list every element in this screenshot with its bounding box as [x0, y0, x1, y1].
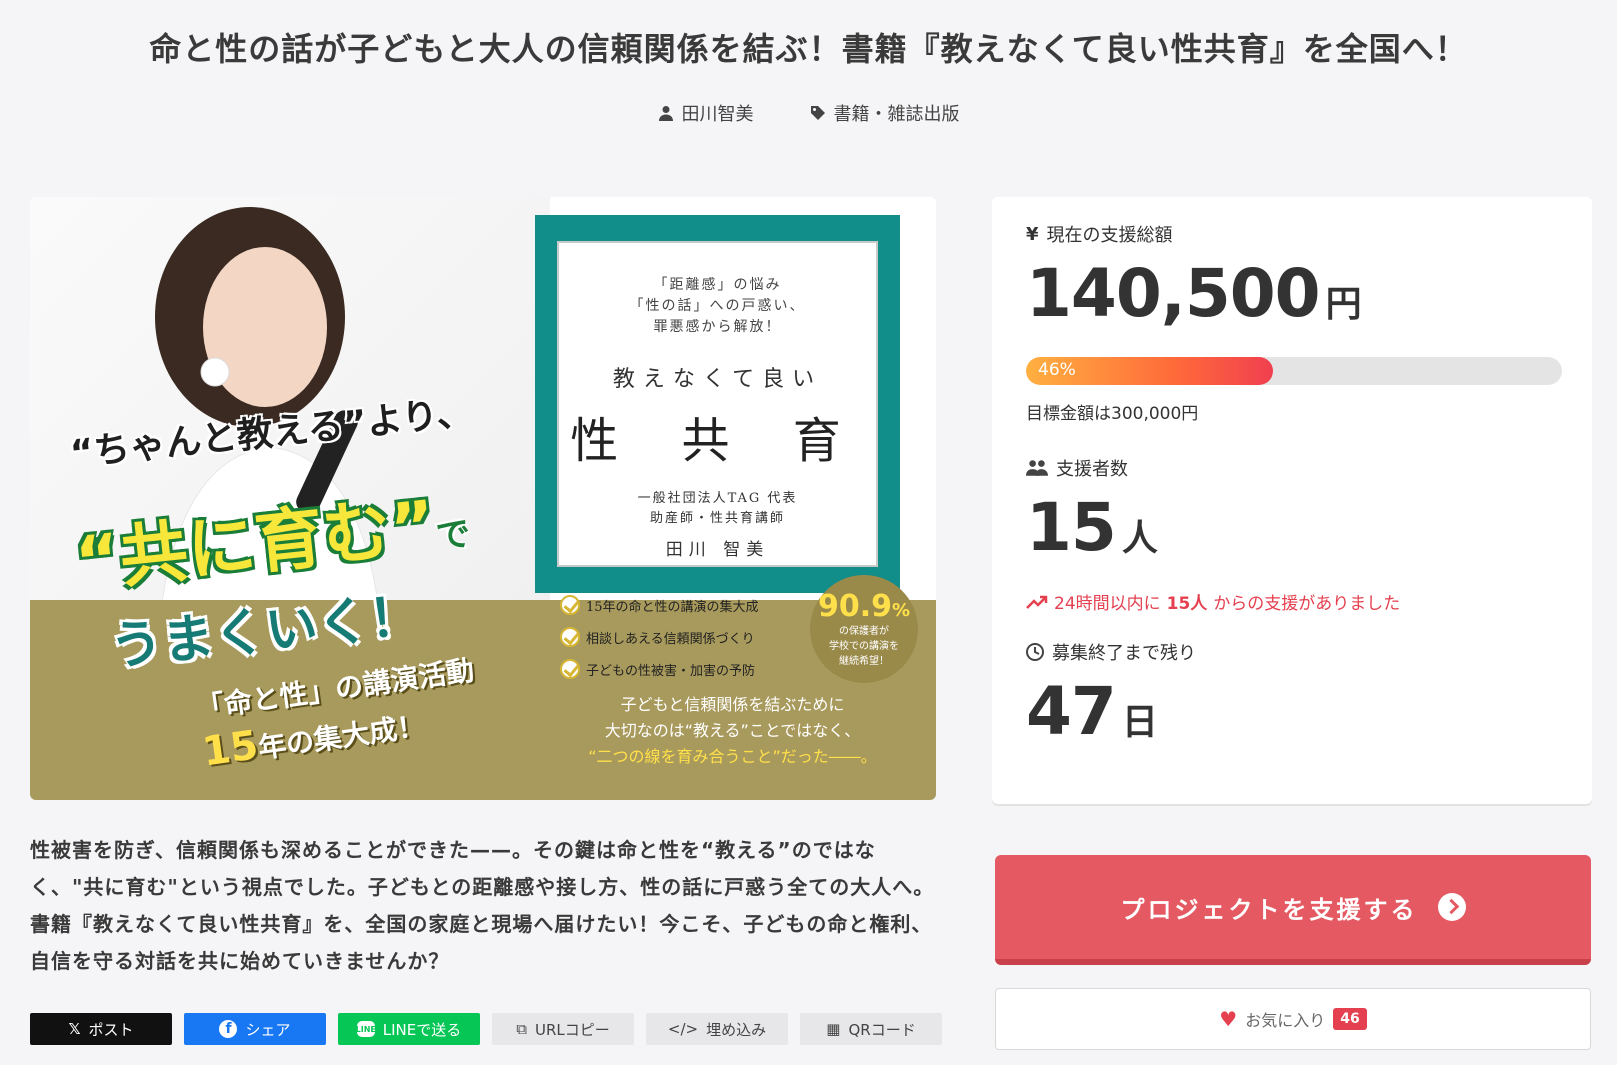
recent-prefix: 24時間以内に: [1054, 594, 1161, 614]
check-icon: [560, 627, 580, 647]
favorite-label: お気に入り: [1245, 1011, 1326, 1030]
check-item: 15年の命と性の講演の集大成: [560, 589, 800, 621]
category-link[interactable]: 書籍・雑誌出版: [810, 100, 960, 126]
share-x-button[interactable]: 𝕏 ポスト: [30, 1013, 172, 1045]
supporters-label: 支援者数: [1056, 459, 1128, 480]
share-line-button[interactable]: LINE LINEで送る: [338, 1013, 480, 1045]
users-icon: [1026, 460, 1048, 476]
facebook-icon: f: [219, 1020, 238, 1038]
book-cover: 「距離感」の悩み 「性の話」への戸惑い、 罪悪感から解放！ 教えなくて良い 性 …: [535, 215, 900, 593]
check-item: 子どもの性被害・加害の予防: [560, 653, 800, 685]
trending-up-icon: [1026, 595, 1048, 609]
olive-line: 大切なのは“教える”ことではなく、: [604, 721, 861, 740]
support-button-label: プロジェクトを支援する: [1120, 895, 1418, 924]
badge-unit: %: [891, 600, 911, 621]
badge-percent: 90.9%: [810, 589, 918, 624]
book-subtitle: 「距離感」の悩み 「性の話」への戸惑い、 罪悪感から解放！: [559, 275, 876, 338]
remaining-label: 募集終了まで残り: [1052, 643, 1196, 664]
olive-line: 子どもと信頼関係を結ぶために: [620, 695, 845, 714]
share-x-label: ポスト: [88, 1020, 134, 1039]
badge-caption: 学校での講演を: [829, 641, 899, 652]
qr-code-label: QRコード: [848, 1020, 916, 1039]
embed-label: 埋め込み: [706, 1020, 767, 1039]
favorite-button[interactable]: ♥ お気に入り 46: [995, 988, 1591, 1050]
user-icon: [658, 106, 673, 121]
check-text: 子どもの性被害・加害の予防: [586, 663, 756, 679]
favorite-count: 46: [1333, 1008, 1367, 1030]
tagline-2-suffix: で: [434, 513, 473, 558]
check-icon: [560, 659, 580, 679]
qr-code-button[interactable]: ▦ QRコード: [800, 1013, 942, 1045]
tag-icon: [810, 106, 825, 120]
remaining-label-row: 募集終了まで残り: [1026, 639, 1196, 665]
project-title: 命と性の話が子どもと大人の信頼関係を結ぶ！書籍『教えなくて良い性共育』を全国へ！: [149, 30, 1468, 68]
progress-label: 46%: [1038, 360, 1076, 380]
yen-icon: ¥: [1026, 223, 1039, 245]
share-facebook-button[interactable]: f シェア: [184, 1013, 326, 1045]
amount-label: 現在の支援総額: [1046, 225, 1173, 246]
check-item: 相談しあえる信頼関係づくり: [560, 621, 800, 653]
supporters-value: 15: [1026, 489, 1117, 566]
share-facebook-label: シェア: [245, 1020, 291, 1039]
feature-checklist: 15年の命と性の講演の集大成 相談しあえる信頼関係づくり 子どもの性被害・加害の…: [560, 589, 800, 685]
book-title-top: 教えなくて良い: [612, 367, 823, 392]
badge-caption: 継続希望！: [839, 656, 889, 667]
supporters-unit: 人: [1121, 518, 1158, 559]
badge-caption: の保護者が: [839, 626, 889, 637]
check-text: 15年の命と性の講演の集大成: [586, 599, 759, 615]
copy-icon: ⧉: [516, 1020, 527, 1038]
support-project-button[interactable]: プロジェクトを支援する: [995, 855, 1591, 965]
funding-stats-card: ¥ 現在の支援総額 140,500 円 46% 目標金額は300,000円 支援者…: [992, 197, 1592, 804]
progress-bar: 46%: [1026, 357, 1562, 385]
olive-line: “二つの線を育み合うこと”だった――。: [588, 747, 877, 766]
share-buttons: 𝕏 ポスト f シェア LINE LINEで送る ⧉ URLコピー </> 埋め込み ▦ Q…: [30, 1013, 942, 1045]
book-author-line: 助産師・性共育講師: [649, 511, 785, 526]
category-name: 書籍・雑誌出版: [833, 104, 960, 125]
book-title-main: 性 共 育: [570, 413, 865, 469]
copy-url-button[interactable]: ⧉ URLコピー: [492, 1013, 634, 1045]
heart-icon: ♥: [1219, 1007, 1238, 1031]
remaining-value: 47: [1026, 673, 1117, 750]
supporters-value-row: 15 人: [1026, 489, 1158, 566]
olive-message: 子どもと信頼関係を結ぶために 大切なのは“教える”ことではなく、 “二つの線を育…: [555, 692, 910, 770]
recent-count: 15人: [1166, 594, 1208, 614]
x-logo-icon: 𝕏: [68, 1020, 81, 1038]
copy-url-label: URLコピー: [534, 1020, 610, 1039]
project-meta: 田川智美 書籍・雑誌出版: [0, 100, 1617, 126]
embed-button[interactable]: </> 埋め込み: [646, 1013, 788, 1045]
book-author-name: 田川 智美: [665, 540, 770, 560]
share-line-label: LINEで送る: [382, 1020, 462, 1039]
remaining-unit: 日: [1121, 702, 1158, 743]
book-subtitle-line: 罪悪感から解放！: [653, 319, 782, 335]
qr-icon: ▦: [826, 1020, 841, 1038]
book-author-credit: 一般社団法人TAG 代表 助産師・性共育講師: [559, 489, 876, 529]
amount-label-row: ¥ 現在の支援総額: [1026, 221, 1173, 247]
satisfaction-badge: 90.9% の保護者が 学校での講演を 継続希望！: [810, 575, 918, 683]
tagline-4-number: 15: [199, 722, 262, 776]
remaining-value-row: 47 日: [1026, 673, 1158, 750]
book-subtitle-line: 「距離感」の悩み: [653, 277, 782, 293]
author-link[interactable]: 田川智美: [658, 100, 754, 126]
project-summary: 性被害を防ぎ、信頼関係も深めることができた——。その鍵は命と性を“教える”のでは…: [30, 838, 935, 973]
book-cover-inner: 「距離感」の悩み 「性の話」への戸惑い、 罪悪感から解放！ 教えなくて良い 性 …: [557, 241, 878, 567]
badge-value: 90.9: [817, 589, 892, 624]
amount-value: 140,500: [1026, 255, 1321, 332]
recent-support-notice: 24時間以内に 15人 からの支援がありました: [1026, 589, 1400, 614]
chevron-right-icon: [1437, 893, 1466, 921]
supporters-label-row: 支援者数: [1026, 455, 1128, 481]
book-author-line: 一般社団法人TAG 代表: [637, 491, 798, 506]
recent-suffix: からの支援がありました: [1213, 594, 1401, 614]
check-text: 相談しあえる信頼関係づくり: [586, 631, 755, 647]
goal-amount: 目標金額は300,000円: [1026, 404, 1199, 424]
line-icon: LINE: [356, 1021, 376, 1037]
amount-unit: 円: [1325, 284, 1362, 325]
code-icon: </>: [667, 1020, 699, 1038]
clock-icon: [1026, 643, 1044, 661]
author-name: 田川智美: [681, 104, 754, 125]
check-icon: [560, 595, 580, 615]
amount-value-row: 140,500 円: [1026, 255, 1362, 332]
hero-image: 「距離感」の悩み 「性の話」への戸惑い、 罪悪感から解放！ 教えなくて良い 性 …: [30, 197, 936, 800]
book-subtitle-line: 「性の話」への戸惑い、: [629, 298, 806, 314]
